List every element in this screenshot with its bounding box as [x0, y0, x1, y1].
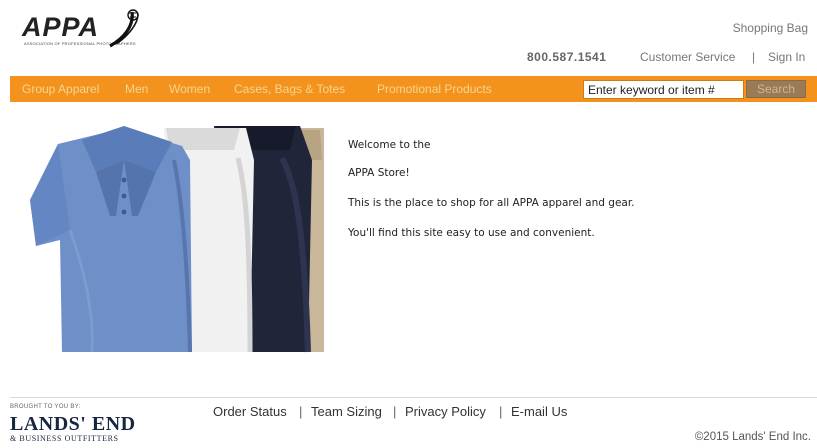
customer-service-link[interactable]: Customer Service [640, 50, 735, 64]
welcome-line-4: You'll find this site easy to use and co… [348, 227, 595, 239]
logo-wordmark: APPA [22, 12, 100, 42]
search-button[interactable]: Search [746, 80, 806, 98]
polo-shirts-image [30, 126, 324, 353]
footer-separator: | [299, 404, 303, 419]
footer-separator: | [499, 404, 503, 419]
lands-end-logo[interactable]: LANDS' END [10, 413, 136, 436]
team-sizing-link[interactable]: Team Sizing [311, 404, 382, 419]
nav-item-promotional-products[interactable]: Promotional Products [377, 82, 492, 96]
order-status-link[interactable]: Order Status [213, 404, 287, 419]
sign-in-link[interactable]: Sign In [768, 50, 805, 64]
logo-swoosh-icon [109, 9, 139, 48]
business-outfitters-label: & BUSINESS OUTFITTERS [10, 434, 119, 443]
welcome-line-3: This is the place to shop for all APPA a… [348, 197, 635, 209]
brought-by-label: BROUGHT TO YOU BY: [10, 404, 81, 410]
appa-logo[interactable]: APPA ASSOCIATION OF PROFESSIONAL PHOTOGR… [22, 8, 142, 50]
shopping-bag-link[interactable]: Shopping Bag [733, 21, 808, 35]
phone-number: 800.587.1541 [527, 50, 607, 64]
header-separator: | [752, 50, 756, 64]
copyright-text: ©2015 Lands' End Inc. [694, 431, 811, 443]
nav-item-group-apparel[interactable]: Group Apparel [22, 82, 99, 96]
nav-item-women[interactable]: Women [169, 82, 210, 96]
search-input[interactable] [583, 80, 744, 99]
footer-separator: | [393, 404, 397, 419]
privacy-policy-link[interactable]: Privacy Policy [405, 404, 486, 419]
footer-divider [10, 397, 817, 398]
nav-item-men[interactable]: Men [125, 82, 148, 96]
welcome-line-1: Welcome to the [348, 139, 431, 151]
email-us-link[interactable]: E-mail Us [511, 404, 567, 419]
nav-item-cases-bags-totes[interactable]: Cases, Bags & Totes [234, 82, 345, 96]
main-nav-bar: Group Apparel Men Women Cases, Bags & To… [10, 76, 817, 102]
welcome-line-2: APPA Store! [348, 167, 410, 179]
